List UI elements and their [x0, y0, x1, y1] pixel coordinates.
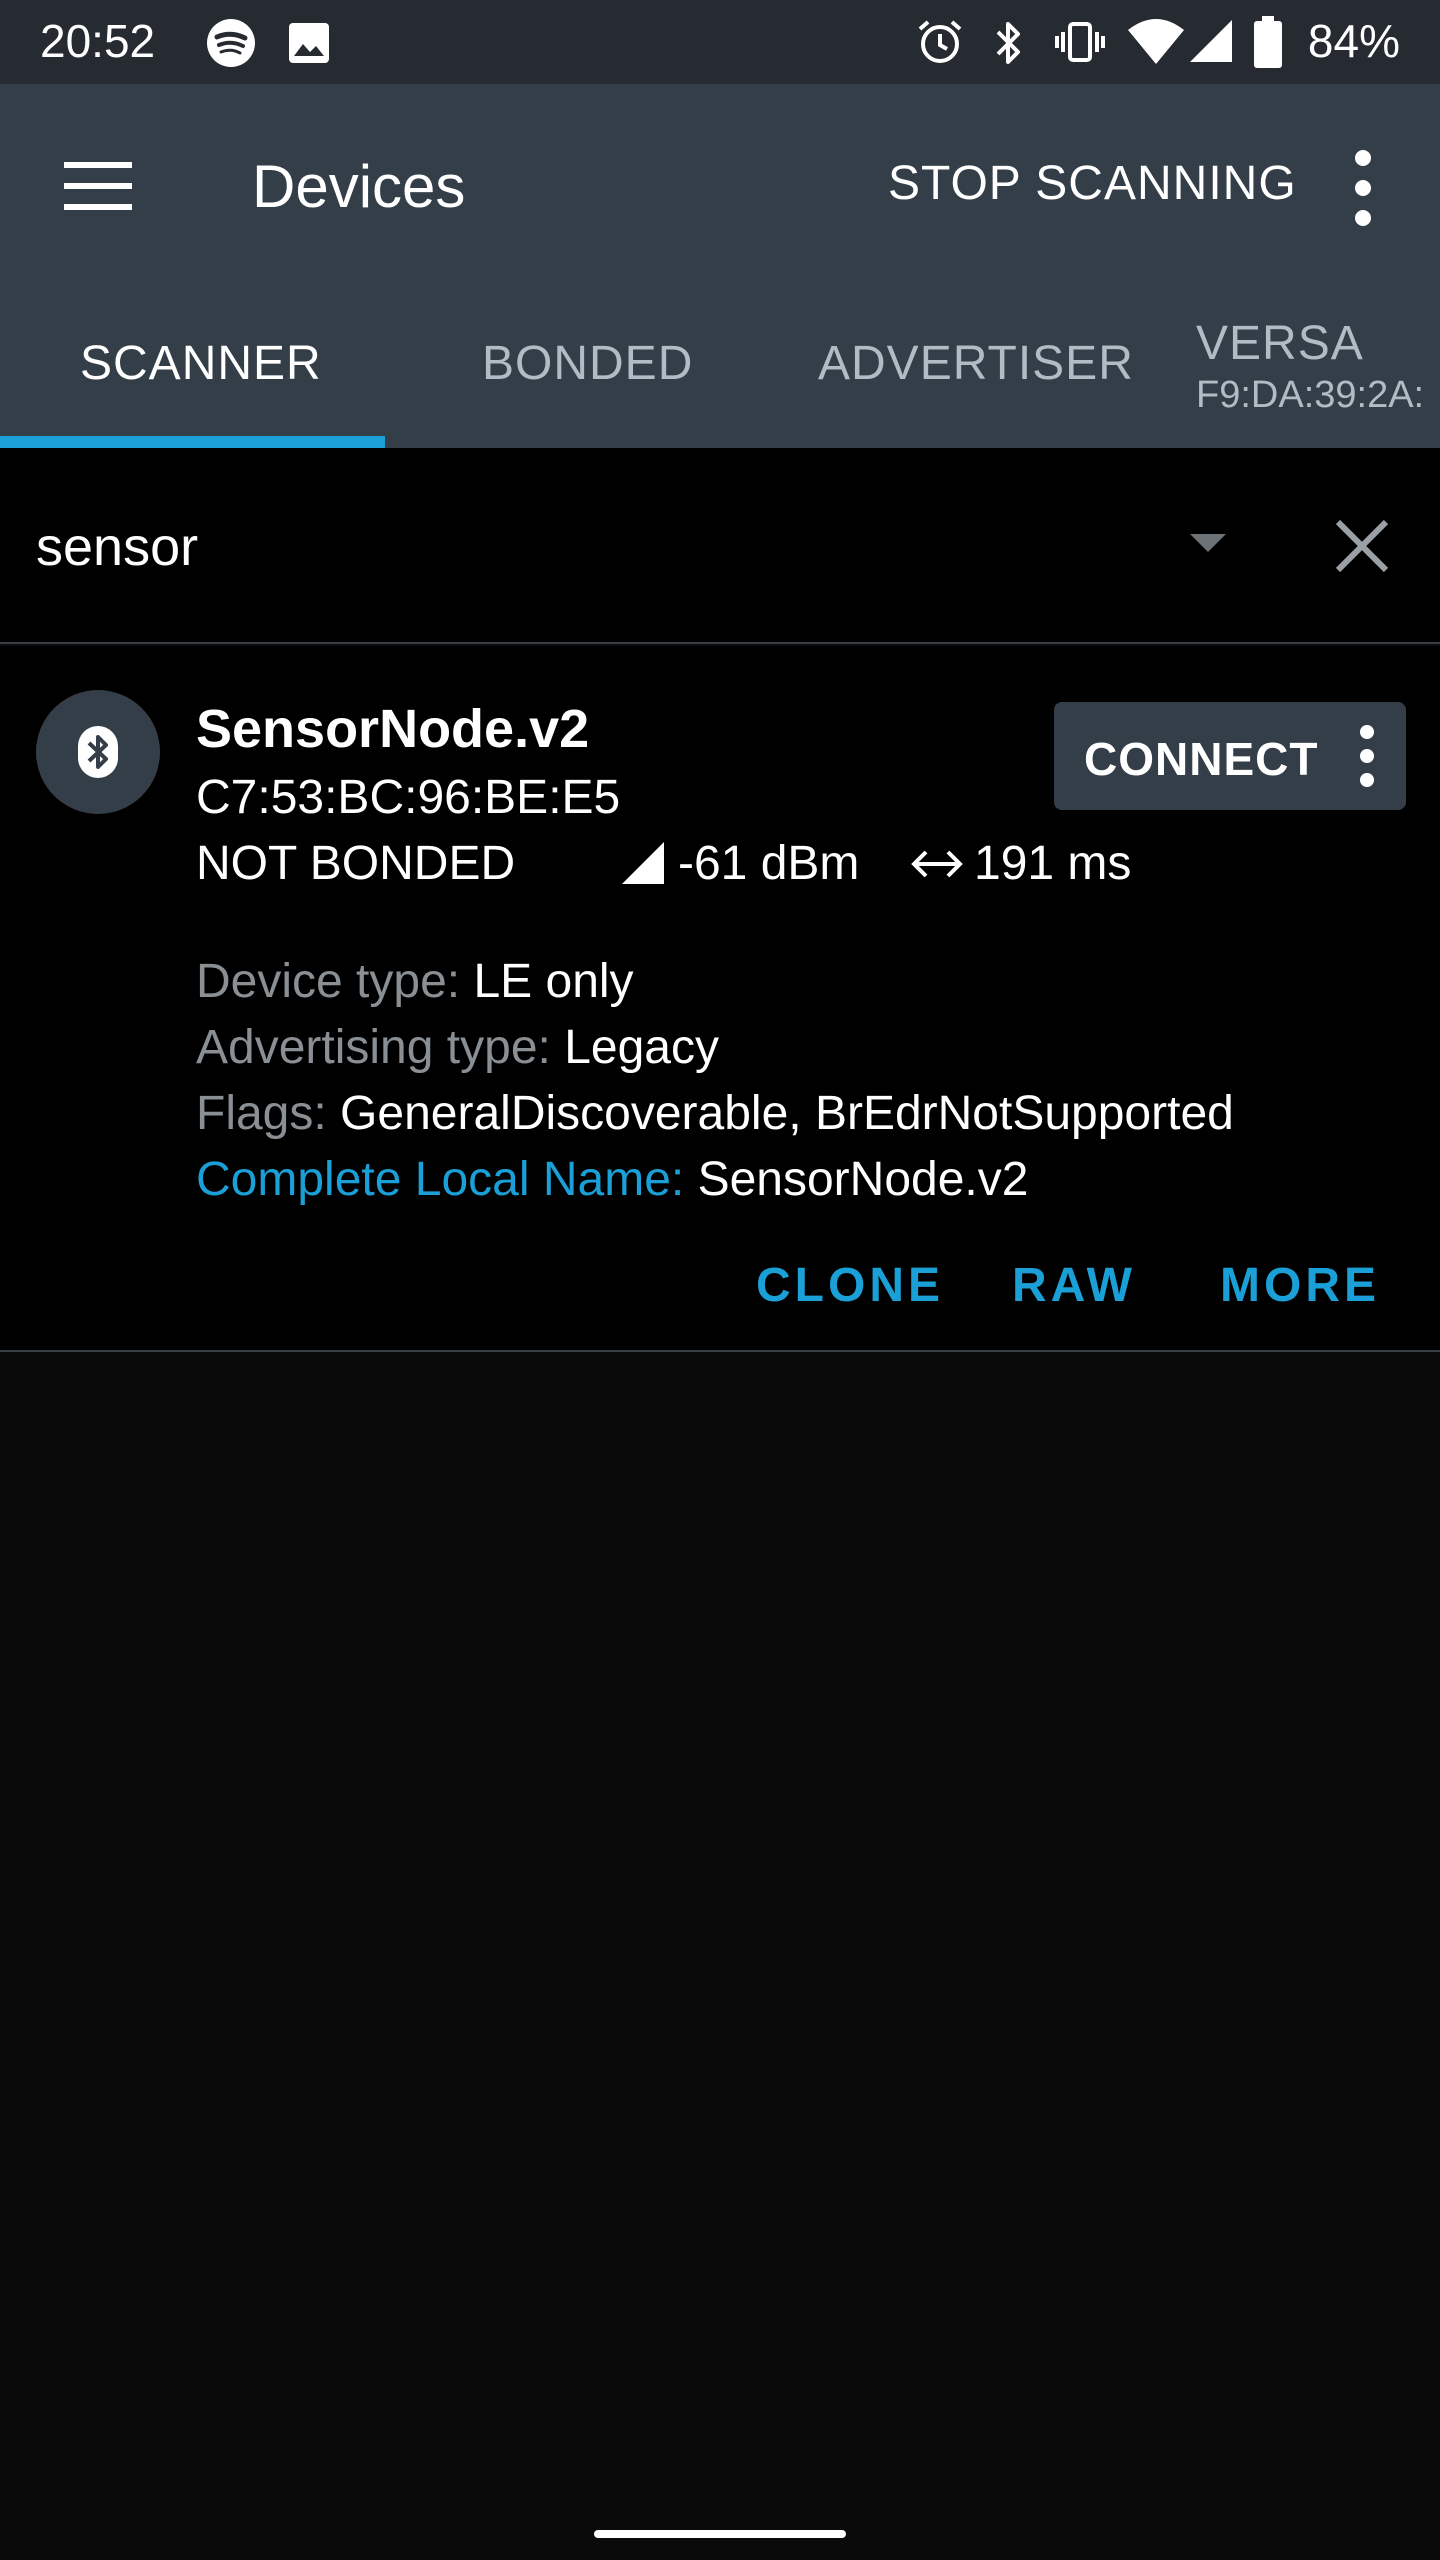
tab-versa-address: F9:DA:39:2A:	[1196, 374, 1425, 416]
search-bar: sensor	[0, 448, 1440, 644]
overflow-menu-icon[interactable]	[1340, 146, 1386, 230]
signal-icon	[1190, 20, 1232, 62]
detail-value: Legacy	[564, 1021, 719, 1074]
tab-advertiser[interactable]: ADVERTISER	[818, 336, 1134, 391]
battery-icon	[1254, 16, 1282, 68]
device-card[interactable]: SensorNode.v2 C7:53:BC:96:BE:E5 NOT BOND…	[0, 646, 1440, 1352]
tab-scanner[interactable]: SCANNER	[80, 336, 322, 391]
raw-button[interactable]: RAW	[1012, 1258, 1136, 1313]
app-bar: Devices STOP SCANNING SCANNER BONDED ADV…	[0, 84, 1440, 448]
bluetooth-icon	[996, 22, 1020, 64]
interval-arrows-icon	[911, 850, 963, 878]
bluetooth-icon	[78, 726, 118, 778]
vibrate-icon	[1055, 22, 1105, 62]
clear-search-icon[interactable]	[1332, 516, 1392, 576]
dropdown-arrow-icon[interactable]	[1190, 534, 1226, 554]
device-name: SensorNode.v2	[196, 699, 590, 759]
detail-key: Complete Local Name:	[196, 1153, 698, 1206]
device-address: C7:53:BC:96:BE:E5	[196, 771, 621, 824]
signal-strength-icon	[622, 842, 664, 884]
search-input[interactable]: sensor	[36, 516, 198, 578]
battery-percent: 84%	[1307, 15, 1400, 67]
tab-indicator	[0, 436, 385, 448]
tab-versa[interactable]: VERSA	[1196, 316, 1364, 371]
menu-icon[interactable]	[64, 152, 132, 220]
advertising-interval: 191 ms	[974, 837, 1132, 890]
wifi-icon	[1128, 19, 1184, 64]
more-button[interactable]: MORE	[1220, 1258, 1380, 1313]
status-time: 20:52	[40, 15, 156, 67]
detail-value: SensorNode.v2	[697, 1153, 1029, 1206]
image-icon	[289, 23, 329, 63]
clone-button[interactable]: CLONE	[756, 1258, 944, 1313]
page-title: Devices	[252, 153, 466, 220]
tab-bonded[interactable]: BONDED	[482, 336, 693, 391]
flags-row: Flags: GeneralDiscoverable, BrEdrNotSupp…	[196, 1086, 1234, 1141]
advertising-type-row: Advertising type: Legacy	[196, 1020, 719, 1075]
alarm-icon	[918, 20, 962, 63]
spotify-icon	[207, 19, 255, 67]
detail-key: Advertising type:	[196, 1021, 565, 1074]
detail-value: GeneralDiscoverable, BrEdrNotSupported	[340, 1087, 1234, 1140]
connect-button[interactable]: CONNECT	[1054, 702, 1406, 810]
stop-scanning-button[interactable]: STOP SCANNING	[888, 156, 1297, 211]
device-overflow-icon[interactable]	[1344, 720, 1390, 792]
detail-key: Flags:	[196, 1087, 341, 1140]
home-indicator[interactable]	[594, 2530, 846, 2538]
device-type-row: Device type: LE only	[196, 954, 634, 1009]
bond-state: NOT BONDED	[196, 837, 516, 890]
rssi-value: -61 dBm	[678, 837, 860, 890]
status-bar: 20:52 84%	[0, 0, 1440, 84]
connect-label: CONNECT	[1084, 733, 1319, 785]
local-name-row: Complete Local Name: SensorNode.v2	[196, 1152, 1028, 1207]
detail-value: LE only	[473, 955, 634, 1008]
detail-key: Device type:	[196, 955, 474, 1008]
device-avatar	[36, 690, 160, 814]
